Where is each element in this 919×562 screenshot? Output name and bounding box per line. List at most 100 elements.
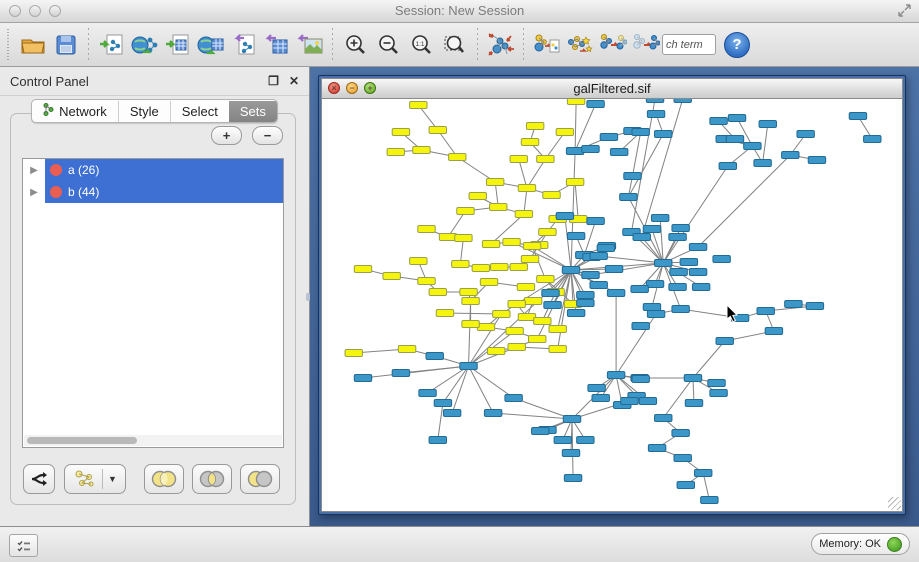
horizontal-scrollbar[interactable] — [24, 435, 282, 446]
tab-sets[interactable]: Sets — [229, 101, 277, 122]
network-node[interactable] — [398, 346, 415, 353]
network-node[interactable] — [655, 131, 672, 138]
sets-list[interactable]: ▶ a (26) ▶ b (44) — [22, 158, 284, 448]
network-node[interactable] — [534, 318, 551, 325]
intersect-sets-button[interactable] — [192, 464, 232, 494]
network-node[interactable] — [419, 390, 436, 397]
network-node[interactable] — [510, 264, 527, 271]
network-node[interactable] — [418, 278, 435, 285]
create-network-from-set-button[interactable]: ▼ — [64, 464, 126, 494]
network-node[interactable] — [564, 475, 581, 482]
zoom-actual-icon[interactable]: 1:1 — [405, 27, 438, 63]
network-node[interactable] — [646, 281, 663, 288]
network-node[interactable] — [590, 253, 607, 260]
network-node[interactable] — [510, 156, 527, 163]
network-node[interactable] — [472, 265, 489, 272]
network-node[interactable] — [457, 208, 474, 215]
network-node[interactable] — [713, 256, 730, 263]
split-set-button[interactable] — [23, 464, 55, 494]
network-node[interactable] — [469, 193, 486, 200]
export-table-icon[interactable] — [260, 27, 293, 63]
export-image-icon[interactable] — [293, 27, 326, 63]
network-node[interactable] — [508, 344, 525, 351]
network-node[interactable] — [354, 375, 371, 382]
network-node[interactable] — [482, 241, 499, 248]
network-node[interactable] — [607, 372, 624, 379]
network-node[interactable] — [621, 398, 638, 405]
network-node[interactable] — [624, 173, 641, 180]
network-node[interactable] — [806, 303, 823, 310]
network-node[interactable] — [410, 102, 427, 109]
network-node[interactable] — [785, 301, 802, 308]
network-node[interactable] — [462, 321, 479, 328]
network-node[interactable] — [620, 194, 637, 201]
network-node[interactable] — [587, 218, 604, 225]
import-table-web-icon[interactable] — [194, 27, 227, 63]
sets-copy-icon[interactable] — [596, 27, 629, 63]
task-monitor-button[interactable] — [9, 534, 38, 557]
minimize-view-icon[interactable]: − — [346, 82, 358, 94]
network-node[interactable] — [647, 111, 664, 118]
network-node[interactable] — [491, 264, 508, 271]
sets-from-selection-icon[interactable] — [563, 27, 596, 63]
network-node[interactable] — [426, 353, 443, 360]
network-node[interactable] — [563, 416, 580, 423]
network-node[interactable] — [554, 437, 571, 444]
network-node[interactable] — [632, 376, 649, 383]
network-node[interactable] — [582, 146, 599, 153]
network-node[interactable] — [631, 286, 648, 293]
memory-status-badge[interactable]: Memory: OK — [811, 533, 910, 555]
union-sets-button[interactable] — [144, 464, 184, 494]
network-node[interactable] — [600, 134, 617, 141]
network-node[interactable] — [610, 149, 627, 156]
disclosure-triangle-icon[interactable]: ▶ — [23, 187, 45, 198]
difference-sets-button[interactable] — [240, 464, 280, 494]
network-node[interactable] — [633, 234, 650, 241]
network-node[interactable] — [647, 311, 664, 318]
network-node[interactable] — [670, 269, 687, 276]
network-node[interactable] — [587, 101, 604, 108]
network-node[interactable] — [460, 363, 477, 370]
network-node[interactable] — [864, 136, 881, 143]
network-node[interactable] — [655, 260, 672, 267]
network-node[interactable] — [429, 127, 446, 134]
network-node[interactable] — [387, 149, 404, 156]
network-node[interactable] — [765, 328, 782, 335]
network-node[interactable] — [532, 428, 549, 435]
network-node[interactable] — [719, 163, 736, 170]
network-node[interactable] — [744, 143, 761, 150]
network-node[interactable] — [556, 213, 573, 220]
network-node[interactable] — [477, 324, 494, 331]
network-node[interactable] — [710, 390, 727, 397]
network-node[interactable] — [528, 336, 545, 343]
network-node[interactable] — [521, 256, 538, 263]
network-node[interactable] — [383, 273, 400, 280]
list-item[interactable]: ▶ b (44) — [23, 181, 283, 203]
tab-network[interactable]: Network — [32, 100, 118, 122]
network-node[interactable] — [694, 470, 711, 477]
network-node[interactable] — [508, 301, 525, 308]
network-node[interactable] — [592, 395, 609, 402]
network-canvas[interactable] — [321, 98, 903, 512]
network-node[interactable] — [701, 497, 718, 504]
network-node[interactable] — [418, 226, 435, 233]
network-node[interactable] — [462, 298, 479, 305]
network-node[interactable] — [443, 410, 460, 417]
network-node[interactable] — [582, 272, 599, 279]
network-node[interactable] — [413, 147, 430, 154]
scrollbar-thumb[interactable] — [27, 437, 137, 444]
network-node[interactable] — [503, 239, 520, 246]
network-node[interactable] — [728, 115, 745, 122]
window-resize-grip[interactable] — [888, 497, 901, 510]
network-node[interactable] — [590, 282, 607, 289]
network-node[interactable] — [759, 121, 776, 128]
network-node[interactable] — [566, 148, 583, 155]
network-node[interactable] — [410, 258, 427, 265]
network-node[interactable] — [607, 290, 624, 297]
network-node[interactable] — [648, 445, 665, 452]
network-node[interactable] — [651, 215, 668, 222]
network-node[interactable] — [643, 226, 660, 233]
network-node[interactable] — [716, 338, 733, 345]
network-node[interactable] — [539, 229, 556, 236]
toolbar-drag-handle[interactable] — [7, 29, 13, 61]
